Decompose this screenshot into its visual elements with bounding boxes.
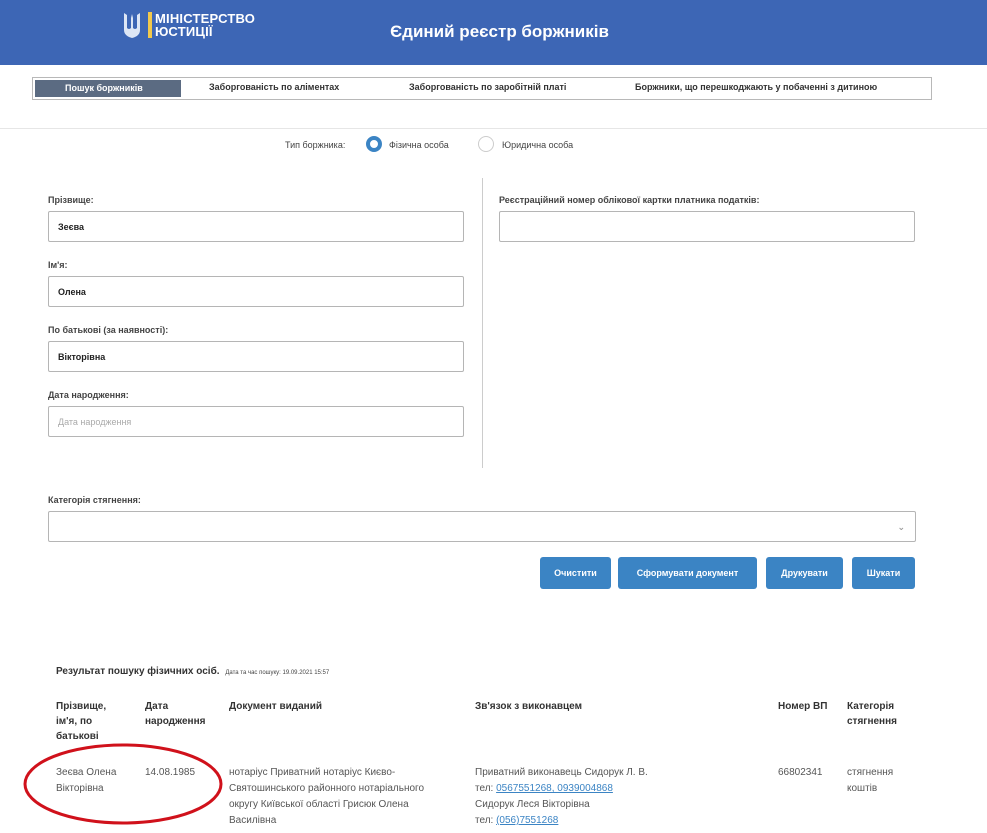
contact-phone-link[interactable]: (056)7551268 xyxy=(496,815,558,826)
phone-prefix: тел: xyxy=(475,783,494,794)
col-header-vp-number: Номер ВП xyxy=(778,701,828,712)
surname-input[interactable]: Зеєва xyxy=(48,211,464,242)
page-title: Єдиний реєстр боржників xyxy=(390,22,609,41)
tab-debtor-search[interactable]: Пошук боржників xyxy=(35,80,181,97)
birthdate-label: Дата народження: xyxy=(48,390,129,400)
category-label: Категорія стягнення: xyxy=(48,495,141,505)
executor-phone-row: тел: 0567551268, 0939004868 xyxy=(475,781,715,797)
clear-button[interactable]: Очистити xyxy=(540,557,611,589)
name-label: Ім'я: xyxy=(48,260,68,270)
col-header-birthdate: Дата народження xyxy=(145,701,206,727)
phone2-prefix: тел: xyxy=(475,815,494,826)
site-header: МІНІСТЕРСТВО ЮСТИЦІЇ Єдиний реєстр боржн… xyxy=(0,0,987,65)
print-button[interactable]: Друкувати xyxy=(766,557,843,589)
divider xyxy=(0,128,987,129)
radio-legal-entity[interactable] xyxy=(478,136,494,152)
debtor-type-label: Тип боржника: xyxy=(285,140,346,150)
tab-salary-debt[interactable]: Заборгованість по заробітній платі xyxy=(409,82,566,92)
surname-label: Прізвище: xyxy=(48,195,94,205)
patronymic-label: По батькові (за наявності): xyxy=(48,325,169,335)
cell-vp-number: 66802341 xyxy=(778,767,823,778)
executor-name: Приватний виконавець Сидорук Л. В. xyxy=(475,767,648,778)
col-header-document: Документ виданий xyxy=(229,701,323,712)
search-timestamp: Дата та час пошуку: 19.09.2021 15:57 xyxy=(225,670,330,676)
tab-child-visitation[interactable]: Боржники, що перешкоджають у побаченні з… xyxy=(635,82,877,92)
tax-number-input[interactable] xyxy=(499,211,915,242)
col-header-category: Категорія стягнення xyxy=(847,701,897,727)
patronymic-input[interactable]: Вікторівна xyxy=(48,341,464,372)
col-header-name: Прізвище, ім'я, по батькові xyxy=(56,701,107,742)
chevron-down-icon: ⌄ xyxy=(897,522,905,532)
debtor-type-selector: Тип боржника: Фізична особа Юридична осо… xyxy=(0,134,987,156)
col-header-contact: Зв'язок з виконавцем xyxy=(475,701,582,712)
radio-individual-label[interactable]: Фізична особа xyxy=(389,140,449,150)
contact-phone-row: тел: (056)7551268 xyxy=(475,813,715,829)
results-title-text: Результат пошуку фізичних осіб. xyxy=(56,666,220,677)
radio-individual[interactable] xyxy=(366,136,382,152)
generate-document-button[interactable]: Сформувати документ xyxy=(618,557,757,589)
tax-number-label: Реєстраційний номер облікової картки пла… xyxy=(499,195,760,205)
column-divider xyxy=(482,178,483,468)
contact-person: Сидорук Леся Вікторівна xyxy=(475,799,590,810)
category-select[interactable]: ⌄ xyxy=(48,511,916,542)
cell-document: нотаріус Приватний нотаріус Києво-Святош… xyxy=(229,767,425,826)
birthdate-input[interactable]: Дата народження xyxy=(48,406,464,437)
cell-category: стягнення коштів xyxy=(847,767,894,794)
name-input[interactable]: Олена xyxy=(48,276,464,307)
search-button[interactable]: Шукати xyxy=(852,557,915,589)
results-title: Результат пошуку фізичних осіб. Дата та … xyxy=(56,666,329,677)
tab-alimony-debt[interactable]: Заборгованість по аліментах xyxy=(209,82,339,92)
radio-legal-entity-label[interactable]: Юридична особа xyxy=(502,140,573,150)
highlight-circle xyxy=(23,743,223,825)
executor-phone-link[interactable]: 0567551268, 0939004868 xyxy=(496,783,613,794)
nav-tabs: Пошук боржників Заборгованість по алімен… xyxy=(32,77,932,100)
cell-contact: Приватний виконавець Сидорук Л. В. тел: … xyxy=(475,765,715,829)
